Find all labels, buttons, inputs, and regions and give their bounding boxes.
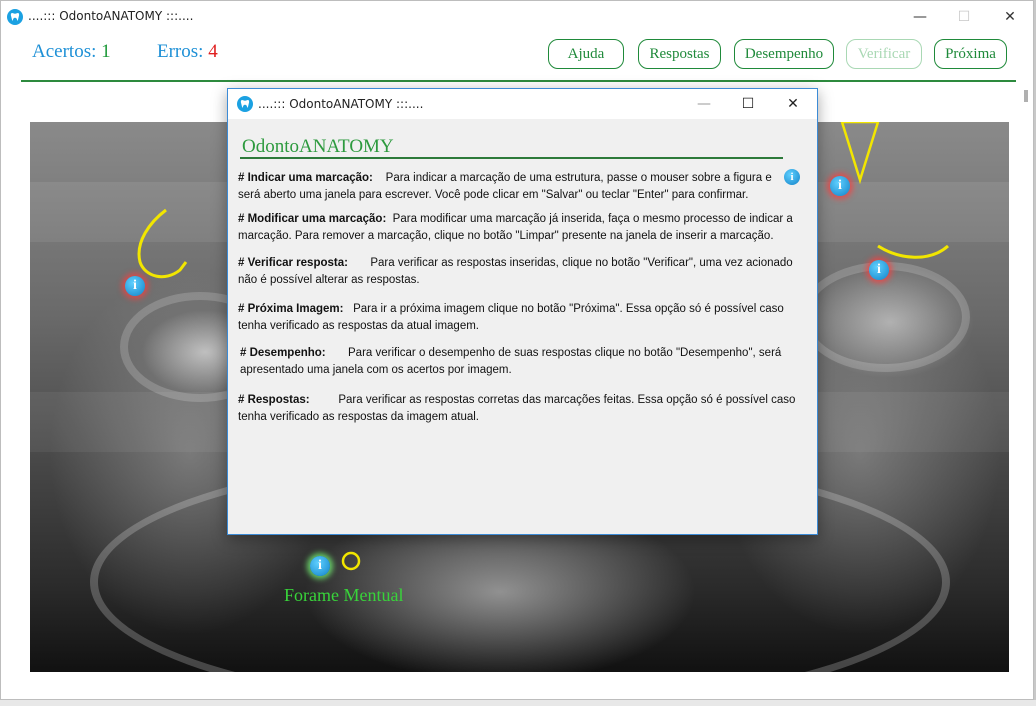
help-item-proxima: # Próxima Imagem: Para ir a próxima imag… xyxy=(238,301,806,335)
help-button[interactable]: Ajuda xyxy=(548,39,624,69)
info-icon: i xyxy=(877,262,881,277)
help-item-verificar: # Verificar resposta: Para verificar as … xyxy=(238,255,803,289)
forame-mentual-label: Forame Mentual xyxy=(284,585,404,605)
annotation-curve-right xyxy=(877,244,949,259)
info-marker-forame[interactable]: i xyxy=(310,556,330,576)
performance-button[interactable]: Desempenho xyxy=(734,39,834,69)
annotation-circle-forame xyxy=(341,551,361,571)
info-icon: i xyxy=(838,178,842,193)
title-bar[interactable]: ....::: OdontoANATOMY :::.... — ☐ ✕ xyxy=(1,1,1033,32)
verify-button[interactable]: Verificar xyxy=(846,39,922,69)
score-correct-value: 1 xyxy=(101,41,111,62)
dialog-close-button[interactable]: ✕ xyxy=(771,92,815,116)
help-item-label: # Verificar resposta: xyxy=(238,257,348,269)
dialog-minimize-button[interactable]: — xyxy=(682,92,726,116)
info-icon: i xyxy=(318,558,322,573)
answers-button[interactable]: Respostas xyxy=(638,39,721,69)
help-item-desempenho: # Desempenho: Para verificar o desempenh… xyxy=(240,345,808,379)
help-item-indicar: # Indicar uma marcação: Para indicar a m… xyxy=(238,170,786,204)
dialog-title: ....::: OdontoANATOMY :::.... xyxy=(258,97,424,111)
score-errors: Erros: 4 xyxy=(157,41,218,63)
help-item-modificar: # Modificar uma marcação: Para modificar… xyxy=(238,211,806,245)
header-divider xyxy=(21,80,1016,82)
annotation-curve-left xyxy=(137,208,188,279)
help-item-label: # Respostas: xyxy=(238,394,310,406)
desktop-bottom-edge xyxy=(0,700,1036,706)
background-window-fragment xyxy=(1024,90,1028,102)
help-item-label: # Indicar uma marcação: xyxy=(238,172,373,184)
help-item-respostas: # Respostas: Para verificar as respostas… xyxy=(238,392,798,426)
info-marker-right-top[interactable]: i xyxy=(830,176,850,196)
help-item-label: # Desempenho: xyxy=(240,347,326,359)
score-errors-value: 4 xyxy=(208,41,218,62)
tooth-icon xyxy=(7,9,23,25)
info-marker-left[interactable]: i xyxy=(125,276,145,296)
minimize-button[interactable]: — xyxy=(897,5,943,29)
info-icon: i xyxy=(784,169,800,185)
score-errors-label: Erros: xyxy=(157,41,204,62)
next-button[interactable]: Próxima xyxy=(934,39,1007,69)
dialog-maximize-button[interactable]: ☐ xyxy=(726,92,770,116)
help-item-label: # Próxima Imagem: xyxy=(238,303,344,315)
help-item-label: # Modificar uma marcação: xyxy=(238,213,387,225)
maximize-button[interactable]: ☐ xyxy=(941,5,987,29)
help-dialog: ....::: OdontoANATOMY :::.... — ☐ ✕ Odon… xyxy=(227,88,818,535)
help-item-text: Para verificar as respostas corretas das… xyxy=(238,394,796,423)
close-button[interactable]: ✕ xyxy=(987,5,1033,29)
window-title: ....::: OdontoANATOMY :::.... xyxy=(28,9,194,23)
dialog-heading-divider xyxy=(240,157,783,159)
score-correct: Acertos: 1 xyxy=(32,41,111,63)
tooth-icon xyxy=(237,96,253,112)
annotation-triangle xyxy=(840,122,880,185)
dialog-heading: OdontoANATOMY xyxy=(242,136,394,157)
info-marker-right[interactable]: i xyxy=(869,260,889,280)
dialog-title-bar[interactable]: ....::: OdontoANATOMY :::.... — ☐ ✕ xyxy=(228,89,817,119)
score-correct-label: Acertos: xyxy=(32,41,97,62)
info-icon: i xyxy=(133,278,137,293)
